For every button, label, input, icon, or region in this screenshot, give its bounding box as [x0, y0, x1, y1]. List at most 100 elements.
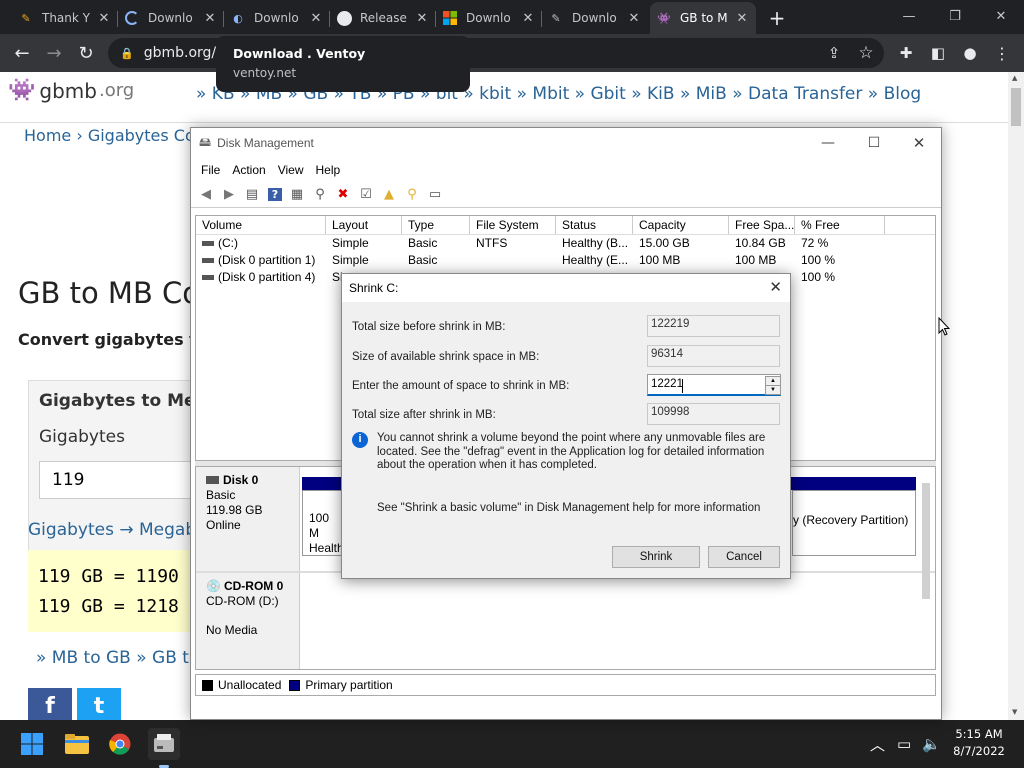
- minimize-icon[interactable]: —: [886, 0, 932, 32]
- maximize-icon[interactable]: ☐: [851, 128, 897, 158]
- search-folder-icon[interactable]: ⚲: [401, 187, 423, 202]
- gbmb-favicon-icon: 👾: [657, 11, 671, 25]
- close-tab-icon[interactable]: ✕: [520, 11, 536, 26]
- console-icon[interactable]: ▭: [424, 187, 446, 202]
- disk-map-scrollbar[interactable]: [922, 483, 930, 599]
- shrink-amount-input[interactable]: 12221 ▲ ▼: [647, 374, 781, 396]
- col-free-space[interactable]: Free Spa...: [729, 216, 795, 234]
- disk-management-taskbar-icon[interactable]: [148, 728, 180, 760]
- side-panel-icon[interactable]: ◧: [922, 37, 954, 69]
- new-tab-button[interactable]: +: [760, 2, 794, 34]
- network-icon[interactable]: ▭: [897, 720, 911, 768]
- lock-icon: 🔒: [120, 46, 134, 60]
- close-tab-icon[interactable]: ✕: [414, 11, 430, 26]
- menu-action[interactable]: Action: [226, 163, 271, 177]
- shrink-button[interactable]: Shrink: [612, 546, 700, 568]
- drive-icon: [202, 258, 214, 264]
- close-tab-icon[interactable]: ✕: [626, 11, 642, 26]
- facebook-icon[interactable]: f: [28, 688, 72, 720]
- site-logo[interactable]: 👾 gbmb .org: [8, 78, 134, 103]
- close-window-icon[interactable]: ✕: [896, 128, 942, 158]
- forward-icon[interactable]: →: [38, 37, 70, 69]
- info-message: i You cannot shrink a volume beyond the …: [352, 432, 782, 473]
- back-icon[interactable]: ◀: [195, 187, 217, 202]
- share-icon[interactable]: ⇪: [818, 37, 850, 69]
- close-icon[interactable]: ✕: [769, 278, 782, 296]
- col-type[interactable]: Type: [402, 216, 470, 234]
- windows-start-icon[interactable]: [16, 728, 48, 760]
- help-icon[interactable]: ?: [268, 188, 282, 201]
- page-title: GB to MB Con: [18, 276, 219, 310]
- gb-to-mb-link[interactable]: Gigabytes → Megab: [28, 520, 196, 540]
- taskbar-clock[interactable]: 5:15 AM 8/7/2022: [944, 726, 1014, 760]
- extensions-icon[interactable]: ✚: [890, 37, 922, 69]
- invader-logo-icon: 👾: [8, 78, 36, 103]
- col-percent-free[interactable]: % Free: [795, 216, 885, 234]
- bookmark-star-icon[interactable]: ☆: [850, 37, 882, 69]
- col-status[interactable]: Status: [556, 216, 633, 234]
- profile-icon[interactable]: ●: [954, 37, 986, 69]
- close-tab-icon[interactable]: ✕: [96, 11, 112, 26]
- col-capacity[interactable]: Capacity: [633, 216, 729, 234]
- chrome-icon[interactable]: [104, 728, 136, 760]
- menu-view[interactable]: View: [272, 163, 310, 177]
- show-hide-tree-icon[interactable]: ▤: [241, 187, 263, 202]
- browser-tab[interactable]: ✎ Downlo ✕: [542, 2, 648, 34]
- close-tab-icon[interactable]: ✕: [202, 11, 218, 26]
- close-tab-icon[interactable]: ✕: [308, 11, 324, 26]
- browser-tab-strip: ✎ Thank Y ✕ Downlo ✕ ◐ Downlo ✕ Release …: [0, 0, 1024, 34]
- recovery-partition[interactable]: y (Recovery Partition): [792, 490, 916, 556]
- browser-tab-active[interactable]: 👾 GB to M ✕: [650, 2, 756, 34]
- col-volume[interactable]: Volume: [196, 216, 326, 234]
- related-links[interactable]: » MB to GB » GB to: [36, 648, 199, 668]
- divider: [0, 122, 1008, 123]
- minimize-icon[interactable]: —: [805, 128, 851, 158]
- menu-file[interactable]: File: [195, 163, 226, 177]
- restore-icon[interactable]: ❐: [932, 0, 978, 32]
- cancel-button[interactable]: Cancel: [708, 546, 780, 568]
- check-icon[interactable]: ☑: [355, 187, 377, 202]
- menu-help[interactable]: Help: [310, 163, 347, 177]
- close-window-icon[interactable]: ✕: [978, 0, 1024, 32]
- close-tab-icon[interactable]: ✕: [734, 11, 750, 26]
- browser-tab[interactable]: ✎ Thank Y ✕: [12, 2, 118, 34]
- browser-toolbar: ← → ↻ 🔒 gbmb.org/g ⇪ ☆ ✚ ◧ ● ⋮: [0, 34, 1024, 72]
- show-hidden-icons-icon[interactable]: ︿: [870, 720, 885, 768]
- cdrom-0-label[interactable]: 💿 CD-ROM 0 CD-ROM (D:) No Media: [196, 573, 300, 669]
- twitter-icon[interactable]: t: [77, 688, 121, 720]
- ventoy-favicon-icon: ✎: [551, 11, 561, 25]
- table-row[interactable]: (Disk 0 partition 1) Simple Basic Health…: [196, 252, 935, 269]
- disk-0-label[interactable]: Disk 0 Basic 119.98 GB Online: [196, 467, 300, 571]
- dialog-title-bar: Shrink C:: [342, 274, 790, 302]
- browser-tab[interactable]: Release ✕: [330, 2, 436, 34]
- browser-tab[interactable]: Downlo ✕: [436, 2, 542, 34]
- file-explorer-icon[interactable]: [61, 728, 93, 760]
- col-file-system[interactable]: File System: [470, 216, 556, 234]
- connect-icon[interactable]: ⚲: [309, 187, 331, 202]
- window-title: Disk Management: [217, 136, 314, 150]
- spin-down-icon[interactable]: ▼: [765, 385, 781, 395]
- forward-icon[interactable]: ▶: [218, 187, 240, 202]
- help-text: See "Shrink a basic volume" in Disk Mana…: [377, 502, 761, 514]
- disk-management-app-icon: 🖴: [199, 134, 212, 149]
- cd-drive-icon: 💿: [206, 579, 221, 593]
- delete-icon[interactable]: ✖: [332, 187, 354, 202]
- browser-tab[interactable]: Downlo ✕: [118, 2, 224, 34]
- menu-kebab-icon[interactable]: ⋮: [986, 37, 1018, 69]
- up-folder-icon[interactable]: ▲: [378, 187, 400, 202]
- microsoft-icon: [442, 10, 458, 26]
- tooltip-title: Download . Ventoy: [233, 46, 366, 61]
- reload-icon[interactable]: ↻: [70, 37, 102, 69]
- page-scrollbar[interactable]: ▲ ▼: [1008, 72, 1024, 720]
- col-layout[interactable]: Layout: [326, 216, 402, 234]
- volume-icon[interactable]: 🔈: [922, 720, 941, 768]
- page-subtitle: Convert gigabytes to: [18, 330, 208, 349]
- unallocated-swatch: [202, 679, 213, 691]
- breadcrumb[interactable]: Home › Gigabytes Con: [24, 126, 205, 145]
- size-after-label: Total size after shrink in MB:: [352, 409, 496, 421]
- back-icon[interactable]: ←: [6, 37, 38, 69]
- table-row[interactable]: (C:) Simple Basic NTFS Healthy (B... 15.…: [196, 235, 935, 252]
- properties-icon[interactable]: ▦: [286, 187, 308, 202]
- efi-partition[interactable]: 100 M Health: [302, 490, 342, 556]
- browser-tab[interactable]: ◐ Downlo ✕: [224, 2, 330, 34]
